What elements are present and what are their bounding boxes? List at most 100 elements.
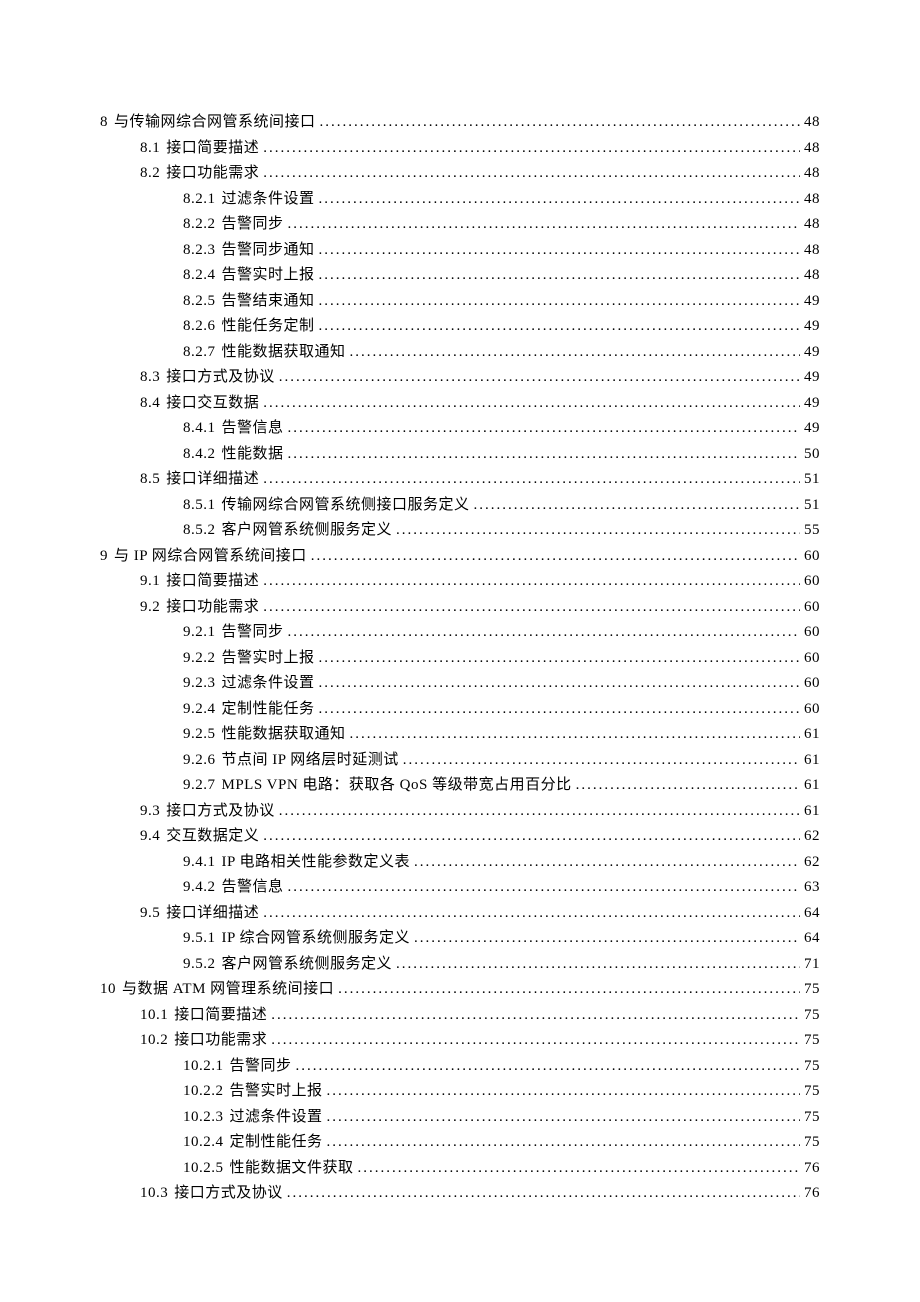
toc-entry[interactable]: 9.1接口简要描述 60 [100,569,820,595]
toc-entry-page: 49 [800,289,820,315]
toc-entry[interactable]: 9.2.6节点间 IP 网络层时延测试61 [100,748,820,774]
toc-entry-number: 10.1 [140,1003,174,1029]
toc-entry-title: 定制性能任务 [222,697,319,723]
toc-entry[interactable]: 9与 IP 网综合网管系统间接口60 [100,544,820,570]
toc-entry-number: 9.2.5 [183,722,222,748]
toc-entry-number: 8.2 [140,161,166,187]
toc-entry-title: 定制性能任务 [230,1130,327,1156]
toc-entry-page: 51 [800,467,820,493]
toc-entry-page: 60 [800,569,820,595]
toc-entry-number: 8.5 [140,467,166,493]
toc-entry[interactable]: 10.2.4定制性能任务75 [100,1130,820,1156]
toc-entry-page: 75 [800,1130,820,1156]
toc-entry-page: 75 [800,1054,820,1080]
toc-entry[interactable]: 8.1接口简要描述 48 [100,136,820,162]
toc-entry[interactable]: 9.2.3过滤条件设置60 [100,671,820,697]
toc-entry-number: 9.2.7 [183,773,222,799]
toc-entry[interactable]: 9.2.1告警同步60 [100,620,820,646]
toc-entry-title: 告警信息 [222,416,288,442]
toc-entry[interactable]: 9.2.5性能数据获取通知61 [100,722,820,748]
toc-entry-page: 76 [800,1156,820,1182]
toc-entry[interactable]: 9.5.2客户网管系统侧服务定义71 [100,952,820,978]
toc-entry[interactable]: 9.2.7MPLS VPN 电路：获取各 QoS 等级带宽占用百分比61 [100,773,820,799]
toc-entry[interactable]: 9.2.4定制性能任务60 [100,697,820,723]
toc-entry-number: 8.2.1 [183,187,222,213]
toc-entry-page: 64 [800,926,820,952]
toc-entry[interactable]: 8.2.1过滤条件设置48 [100,187,820,213]
toc-entry[interactable]: 8.2.5告警结束通知49 [100,289,820,315]
toc-entry[interactable]: 10.3接口方式及协议 76 [100,1181,820,1207]
toc-entry[interactable]: 8.4接口交互数据 49 [100,391,820,417]
toc-entry-number: 9.4 [140,824,166,850]
toc-entry[interactable]: 10.2.2告警实时上报75 [100,1079,820,1105]
toc-leader-dots [271,1003,800,1029]
toc-entry-page: 48 [800,238,820,264]
toc-leader-dots [296,1054,800,1080]
toc-entry[interactable]: 10.2.1告警同步75 [100,1054,820,1080]
toc-entry[interactable]: 8.5.1传输网综合网管系统侧接口服务定义51 [100,493,820,519]
toc-entry-title: 告警同步 [230,1054,296,1080]
toc-entry[interactable]: 8.2接口功能需求 48 [100,161,820,187]
toc-leader-dots [263,161,800,187]
toc-entry[interactable]: 8.2.2告警同步48 [100,212,820,238]
toc-leader-dots [320,110,800,136]
toc-entry-title: 接口功能需求 [166,595,263,621]
toc-entry[interactable]: 9.5接口详细描述 64 [100,901,820,927]
toc-entry-page: 50 [800,442,820,468]
toc-entry-page: 49 [800,365,820,391]
toc-entry-title: 接口交互数据 [166,391,263,417]
toc-entry[interactable]: 10.2.3过滤条件设置75 [100,1105,820,1131]
toc-leader-dots [288,442,800,468]
toc-entry-title: 告警同步 [222,620,288,646]
toc-entry[interactable]: 9.3接口方式及协议 61 [100,799,820,825]
table-of-contents: 8与传输网综合网管系统间接口488.1接口简要描述 488.2接口功能需求 48… [100,110,820,1207]
toc-entry-number: 9.2.3 [183,671,222,697]
toc-entry[interactable]: 8.5.2客户网管系统侧服务定义55 [100,518,820,544]
toc-entry[interactable]: 9.4交互数据定义 62 [100,824,820,850]
toc-entry[interactable]: 10与数据 ATM 网管理系统间接口75 [100,977,820,1003]
toc-entry[interactable]: 8.2.4告警实时上报48 [100,263,820,289]
toc-entry-page: 49 [800,416,820,442]
toc-entry[interactable]: 8.5接口详细描述 51 [100,467,820,493]
toc-entry-number: 8.4 [140,391,166,417]
toc-entry-title: 告警实时上报 [230,1079,327,1105]
toc-entry-title: 告警实时上报 [222,263,319,289]
toc-entry[interactable]: 9.2接口功能需求 60 [100,595,820,621]
toc-entry-title: 接口简要描述 [174,1003,271,1029]
toc-leader-dots [414,850,800,876]
toc-entry[interactable]: 9.5.1IP 综合网管系统侧服务定义64 [100,926,820,952]
toc-entry[interactable]: 8.3接口方式及协议 49 [100,365,820,391]
toc-leader-dots [319,238,800,264]
toc-entry-title: 接口方式及协议 [174,1181,287,1207]
toc-leader-dots [396,952,800,978]
toc-entry[interactable]: 8.2.3告警同步通知48 [100,238,820,264]
toc-entry-number: 9.4.2 [183,875,222,901]
toc-leader-dots [319,187,800,213]
toc-entry-title: 性能数据文件获取 [230,1156,358,1182]
toc-entry-title: 告警信息 [222,875,288,901]
toc-entry[interactable]: 9.2.2告警实时上报60 [100,646,820,672]
toc-entry-number: 8.2.7 [183,340,222,366]
toc-leader-dots [311,544,800,570]
toc-entry[interactable]: 9.4.2告警信息63 [100,875,820,901]
toc-entry[interactable]: 8.4.2性能数据50 [100,442,820,468]
toc-entry[interactable]: 10.2.5性能数据文件获取76 [100,1156,820,1182]
toc-leader-dots [350,340,800,366]
toc-entry[interactable]: 10.1接口简要描述 75 [100,1003,820,1029]
toc-entry-page: 61 [800,773,820,799]
toc-entry-page: 49 [800,391,820,417]
toc-entry[interactable]: 8.4.1告警信息49 [100,416,820,442]
toc-entry[interactable]: 8.2.6性能任务定制49 [100,314,820,340]
toc-entry-page: 60 [800,671,820,697]
toc-entry-title: 接口功能需求 [166,161,263,187]
toc-entry-page: 60 [800,620,820,646]
toc-entry[interactable]: 10.2接口功能需求 75 [100,1028,820,1054]
toc-entry-page: 49 [800,340,820,366]
toc-leader-dots [279,799,800,825]
toc-entry[interactable]: 8与传输网综合网管系统间接口48 [100,110,820,136]
toc-entry[interactable]: 8.2.7性能数据获取通知49 [100,340,820,366]
toc-entry[interactable]: 9.4.1IP 电路相关性能参数定义表62 [100,850,820,876]
toc-leader-dots [288,416,800,442]
toc-entry-title: 与数据 ATM 网管理系统间接口 [122,977,338,1003]
page: 8与传输网综合网管系统间接口488.1接口简要描述 488.2接口功能需求 48… [0,0,920,1302]
